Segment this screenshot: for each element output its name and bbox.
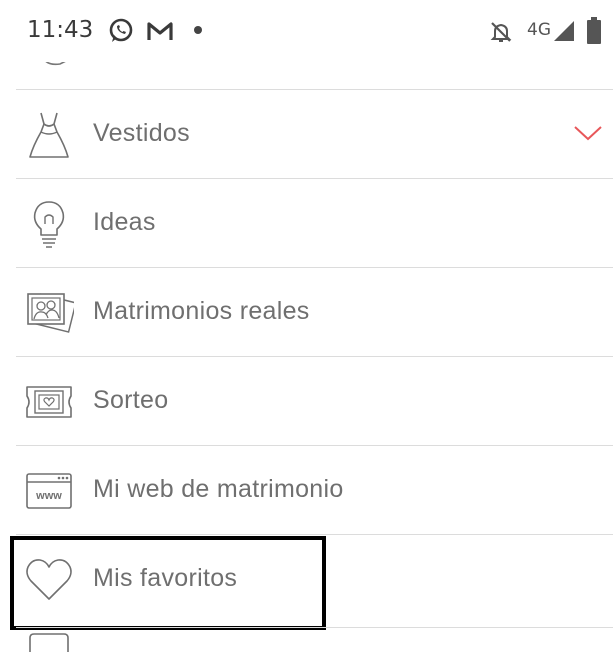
notification-dot	[194, 26, 202, 34]
menu-item-label: Vestidos	[93, 119, 190, 147]
menu-item-label: Ideas	[93, 208, 156, 236]
status-bar: 11:43 4G	[0, 0, 613, 62]
menu-item-mis-favoritos[interactable]: Mis favoritos	[16, 534, 613, 623]
partial-menu-item[interactable]	[0, 62, 613, 89]
partial-menu-item-bottom[interactable]	[16, 627, 613, 652]
menu-item-label: Mi web de matrimonio	[93, 475, 344, 503]
battery-icon	[586, 17, 602, 45]
lightbulb-icon	[24, 199, 74, 249]
www-icon: www	[24, 466, 74, 516]
heart-icon	[24, 555, 74, 605]
menu-item-label: Sorteo	[93, 386, 169, 414]
chevron-down-icon[interactable]	[573, 124, 603, 147]
ticket-icon	[24, 377, 74, 427]
side-menu: Vestidos Ideas Matrimonios reales Sorteo…	[0, 89, 613, 623]
menu-item-ideas[interactable]: Ideas	[16, 178, 613, 267]
whatsapp-icon	[108, 18, 134, 44]
network-type: 4G	[527, 20, 551, 40]
dress-icon	[24, 110, 74, 160]
menu-item-mi-web[interactable]: www Mi web de matrimonio	[16, 445, 613, 534]
menu-item-vestidos[interactable]: Vestidos	[16, 89, 613, 178]
gmail-icon	[146, 20, 174, 42]
menu-item-matrimonios-reales[interactable]: Matrimonios reales	[16, 267, 613, 356]
svg-text:www: www	[35, 490, 62, 502]
menu-item-label: Mis favoritos	[93, 564, 238, 592]
notifications-off-icon	[489, 20, 513, 44]
menu-item-label: Matrimonios reales	[93, 297, 310, 325]
menu-item-sorteo[interactable]: Sorteo	[16, 356, 613, 445]
signal-icon	[552, 20, 576, 42]
status-time: 11:43	[27, 17, 94, 43]
photos-icon	[24, 288, 74, 338]
